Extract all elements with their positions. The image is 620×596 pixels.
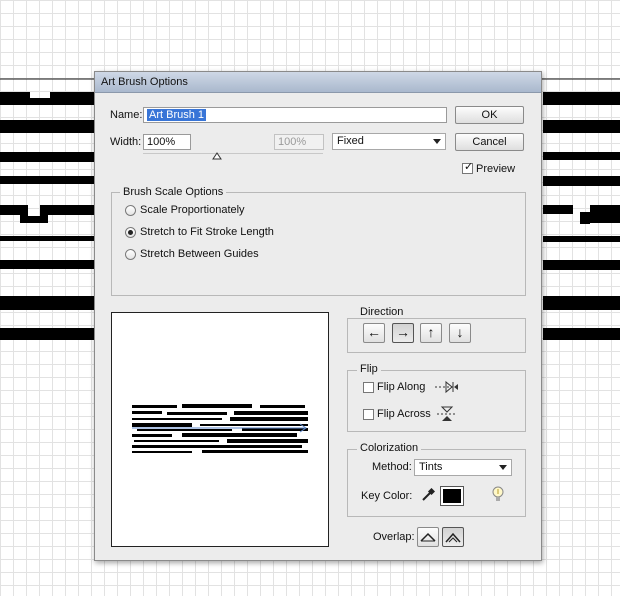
method-value: Tints (419, 461, 443, 473)
width-max-field: 100% (274, 134, 324, 150)
eyedropper-icon[interactable] (421, 488, 435, 502)
flip-across-checkbox[interactable] (363, 409, 374, 420)
chevron-down-icon (433, 139, 441, 144)
overlap-none-button[interactable] (442, 527, 464, 547)
overlap-adjust-icon (420, 532, 436, 542)
flip-across-icon (437, 406, 457, 421)
arrow-right-icon: → (396, 324, 410, 340)
flip-along-icon (435, 380, 459, 394)
radio-selected-dot (128, 230, 133, 235)
art-brush-options-dialog: Art Brush Options Name: Art Brush 1 OK W… (94, 71, 542, 561)
direction-up-button[interactable]: ↑ (420, 323, 442, 343)
ok-button[interactable]: OK (455, 106, 524, 124)
preview-checkbox[interactable]: ✓ (462, 161, 474, 174)
radio-stretch-between-guides[interactable] (125, 249, 136, 260)
width-mode-dropdown[interactable]: Fixed (332, 133, 446, 150)
width-label: Width: (110, 136, 142, 148)
arrow-down-icon: ↓ (456, 324, 464, 340)
width-mode-value: Fixed (337, 135, 364, 147)
flip-across-label: Flip Across (377, 408, 431, 420)
key-color-swatch[interactable] (440, 486, 464, 506)
dialog-titlebar[interactable]: Art Brush Options (95, 72, 541, 93)
method-dropdown[interactable]: Tints (414, 459, 512, 476)
direction-title: Direction (357, 306, 407, 318)
radio-stretch-to-fit[interactable] (125, 227, 136, 238)
arrow-left-icon: ← (367, 324, 381, 340)
direction-left-button[interactable]: ← (363, 323, 385, 343)
overlap-none-icon (445, 532, 461, 543)
scale-proportionately-label: Scale Proportionately (140, 204, 245, 216)
key-color-label: Key Color: (361, 490, 413, 502)
brush-preview-art (132, 404, 308, 453)
name-field[interactable]: Art Brush 1 (143, 107, 447, 123)
direction-down-button[interactable]: ↓ (449, 323, 471, 343)
colorization-title: Colorization (357, 442, 422, 454)
stretch-between-guides-label: Stretch Between Guides (140, 248, 259, 260)
name-value: Art Brush 1 (147, 109, 207, 121)
arrow-up-icon: ↑ (427, 324, 435, 340)
flip-along-label: Flip Along (377, 381, 426, 393)
key-color-fill (443, 489, 461, 503)
cancel-button[interactable]: Cancel (455, 133, 524, 151)
lightbulb-icon[interactable] (491, 486, 505, 504)
stretch-to-fit-label: Stretch to Fit Stroke Length (140, 226, 274, 238)
chevron-down-icon (499, 465, 507, 470)
flip-title: Flip (357, 363, 381, 375)
brush-scale-options-title: Brush Scale Options (120, 186, 227, 198)
method-label: Method: (372, 461, 412, 473)
radio-scale-proportionately[interactable] (125, 205, 136, 216)
name-label: Name: (110, 109, 143, 121)
brush-preview-box (111, 312, 329, 547)
flip-along-checkbox[interactable] (363, 382, 374, 393)
dialog-title: Art Brush Options (101, 76, 188, 88)
preview-label: Preview (476, 163, 516, 175)
overlap-adjust-button[interactable] (417, 527, 439, 547)
checkmark-icon: ✓ (464, 161, 474, 173)
direction-right-button[interactable]: → (392, 323, 414, 343)
width-field[interactable]: 100% (143, 134, 191, 150)
width-slider-track[interactable] (143, 153, 323, 154)
slider-thumb-icon[interactable] (212, 152, 222, 160)
overlap-label: Overlap: (373, 531, 415, 543)
